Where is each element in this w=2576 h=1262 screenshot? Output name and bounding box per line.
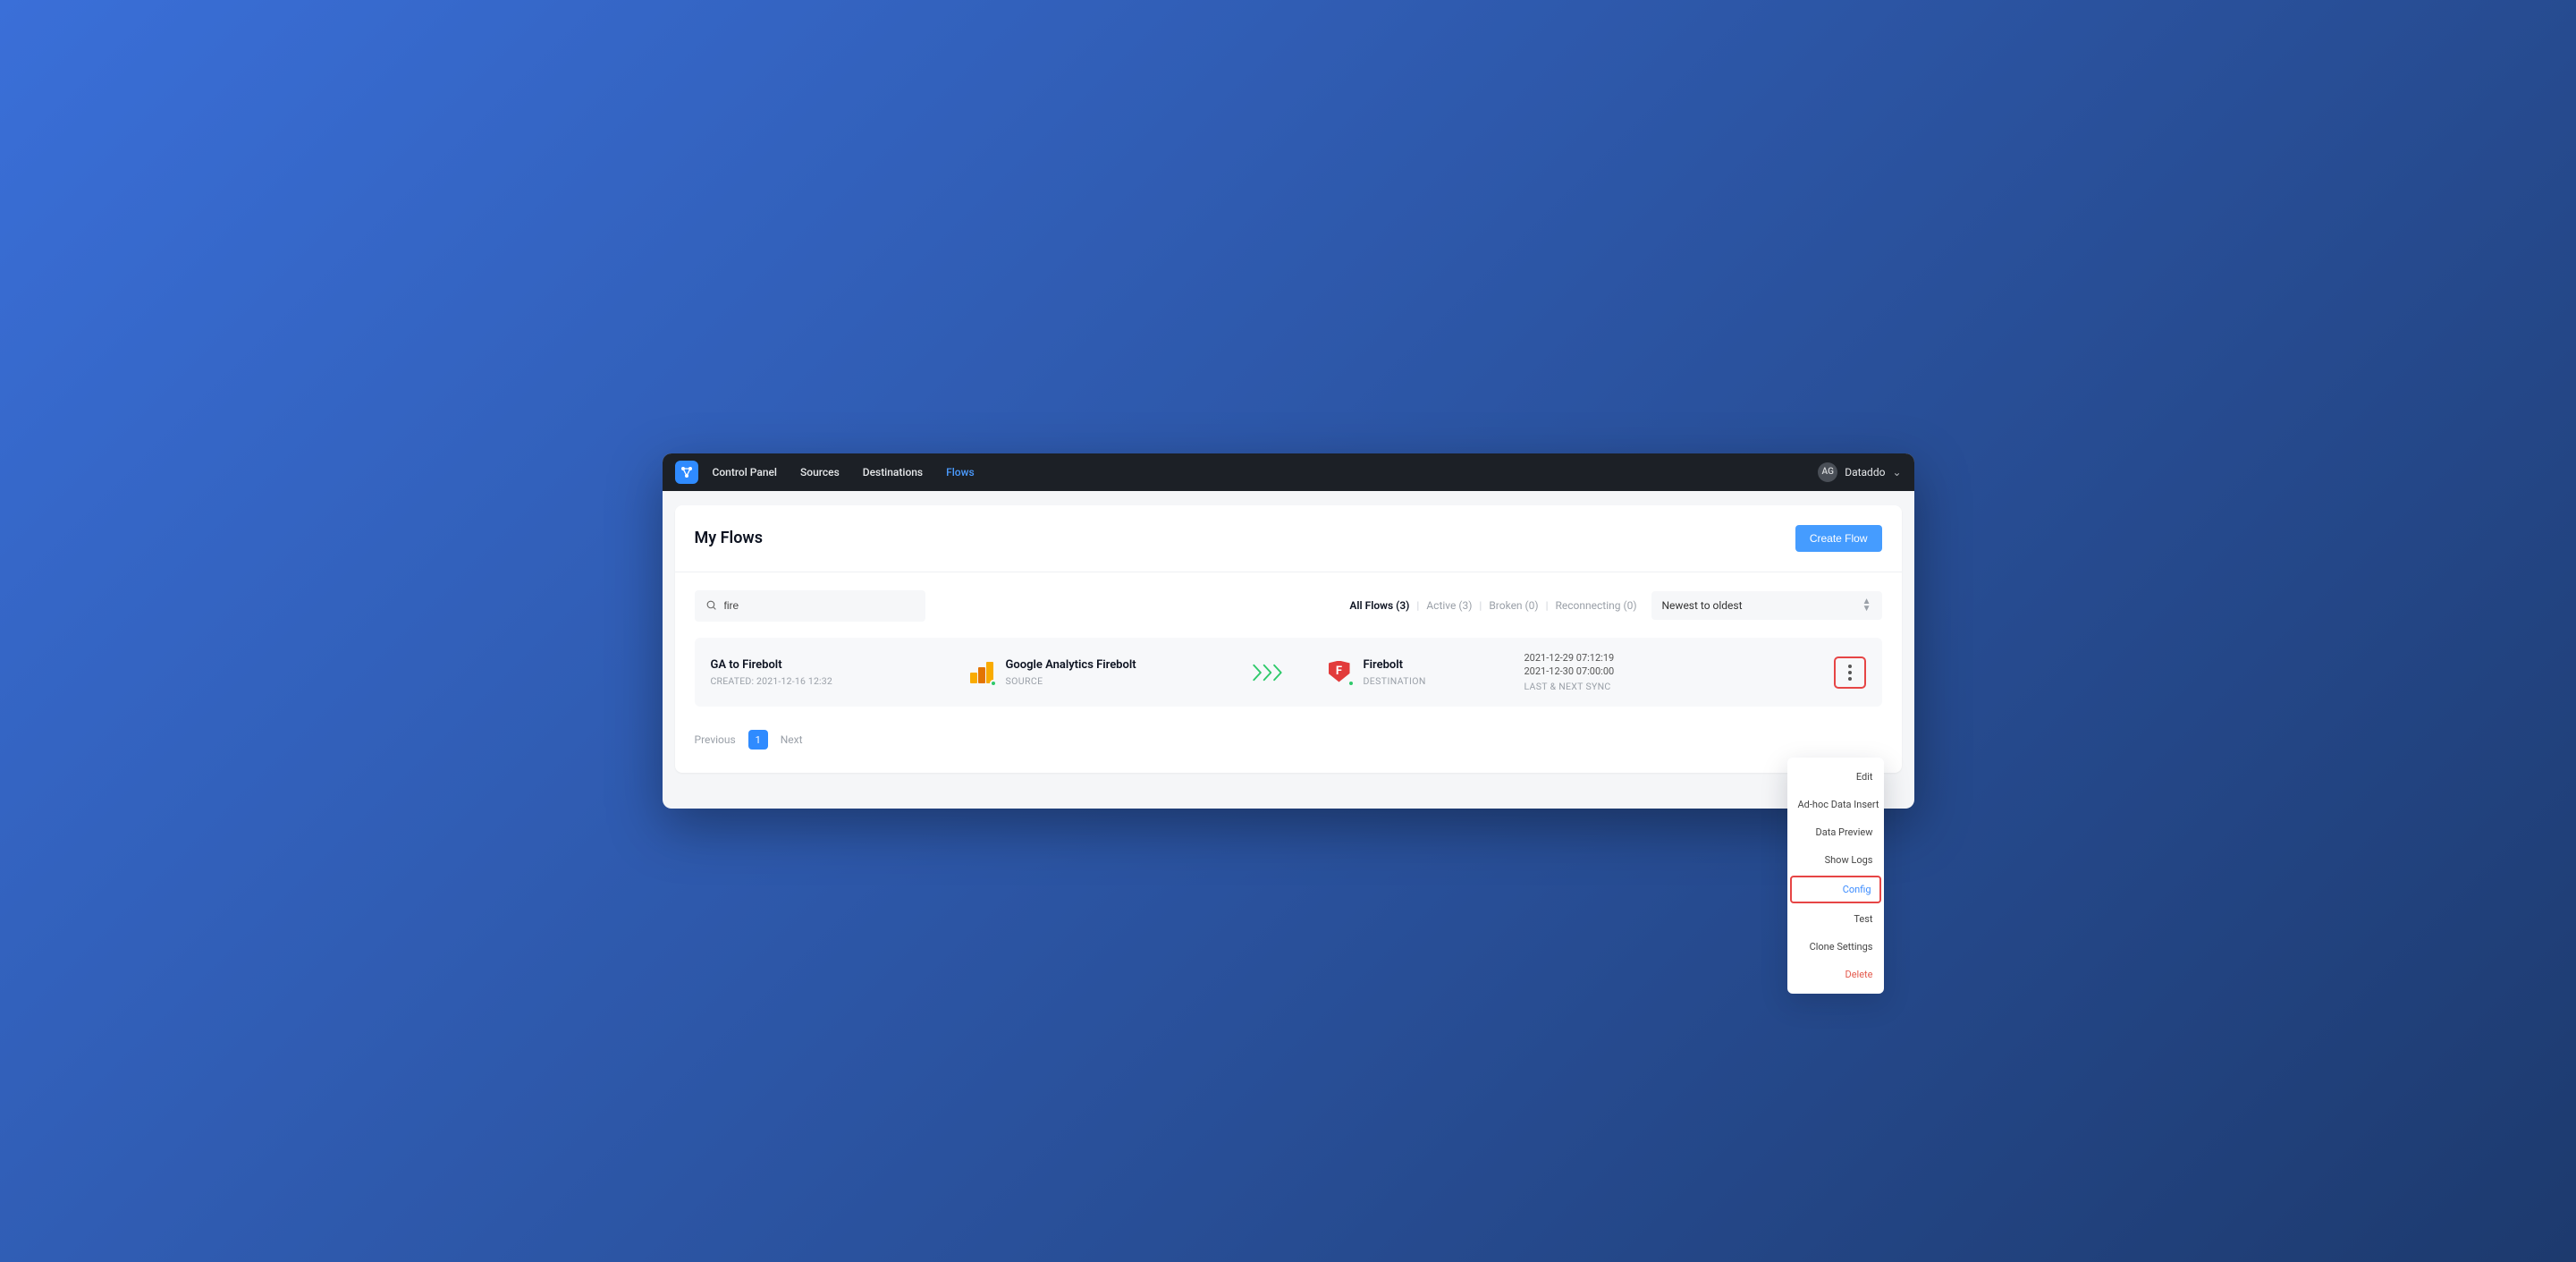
nav-flows[interactable]: Flows	[946, 466, 975, 479]
status-filters: All Flows (3) | Active (3) | Broken (0) …	[1349, 599, 1636, 612]
sync-sub: LAST & NEXT SYNC	[1524, 681, 1757, 692]
chevron-down-icon: ⌄	[1892, 466, 1901, 479]
row-actions-menu: Edit Ad-hoc Data Insert Data Preview Sho…	[1787, 758, 1884, 994]
menu-adhoc-insert[interactable]: Ad-hoc Data Insert	[1787, 791, 1884, 818]
flow-name: GA to Firebolt	[711, 658, 970, 672]
status-online-dot	[1347, 680, 1355, 687]
filter-row: All Flows (3) | Active (3) | Broken (0) …	[675, 572, 1902, 631]
sort-selected-label: Newest to oldest	[1662, 599, 1743, 612]
app-window: Control Panel Sources Destinations Flows…	[663, 453, 1914, 809]
filter-all-flows[interactable]: All Flows (3)	[1349, 599, 1409, 612]
page-title: My Flows	[695, 529, 763, 547]
kebab-highlight	[1834, 656, 1866, 689]
flow-arrow	[1212, 664, 1328, 682]
filter-reconnecting[interactable]: Reconnecting (0)	[1556, 599, 1637, 612]
search-input[interactable]	[724, 599, 915, 612]
create-flow-button[interactable]: Create Flow	[1795, 525, 1882, 552]
pagination-next[interactable]: Next	[781, 733, 803, 746]
nav-control-panel[interactable]: Control Panel	[713, 466, 778, 479]
flow-title-col: GA to Firebolt CREATED: 2021-12-16 12:32	[711, 658, 970, 687]
pagination: Previous 1 Next	[675, 714, 1902, 773]
top-navbar: Control Panel Sources Destinations Flows…	[663, 453, 1914, 491]
last-sync: 2021-12-29 07:12:19	[1524, 652, 1757, 665]
user-name: Dataddo	[1845, 466, 1885, 479]
next-sync: 2021-12-30 07:00:00	[1524, 665, 1757, 679]
pagination-page-1[interactable]: 1	[748, 730, 768, 750]
menu-data-preview[interactable]: Data Preview	[1787, 818, 1884, 846]
menu-delete[interactable]: Delete	[1787, 961, 1884, 988]
flows-card: My Flows Create Flow All Flows (3) | Act…	[675, 505, 1902, 774]
nav-sources[interactable]: Sources	[800, 466, 840, 479]
avatar: AG	[1818, 462, 1837, 482]
card-header: My Flows Create Flow	[675, 505, 1902, 572]
filter-active[interactable]: Active (3)	[1426, 599, 1472, 612]
google-analytics-icon	[970, 660, 993, 683]
logo-icon	[680, 465, 694, 479]
menu-test[interactable]: Test	[1787, 905, 1884, 933]
row-actions-button[interactable]	[1837, 660, 1862, 685]
dest-name: Firebolt	[1364, 658, 1426, 672]
status-online-dot	[990, 680, 997, 687]
menu-clone-settings[interactable]: Clone Settings	[1787, 933, 1884, 961]
dest-sub: DESTINATION	[1364, 675, 1426, 687]
dest-icon: F	[1328, 660, 1353, 685]
user-menu[interactable]: AG Dataddo ⌄	[1818, 462, 1901, 482]
app-logo[interactable]	[675, 461, 698, 484]
flow-dest-col: F Firebolt DESTINATION	[1328, 658, 1524, 687]
flow-created: CREATED: 2021-12-16 12:32	[711, 675, 970, 687]
menu-edit[interactable]: Edit	[1787, 763, 1884, 791]
pagination-previous[interactable]: Previous	[695, 733, 736, 746]
menu-show-logs[interactable]: Show Logs	[1787, 846, 1884, 874]
menu-config[interactable]: Config	[1790, 876, 1881, 903]
flow-source-col: Google Analytics Firebolt SOURCE	[970, 658, 1212, 687]
nav-destinations[interactable]: Destinations	[863, 466, 923, 479]
search-box[interactable]	[695, 590, 925, 622]
flow-row[interactable]: GA to Firebolt CREATED: 2021-12-16 12:32…	[695, 638, 1882, 707]
triple-chevron-icon	[1253, 664, 1287, 682]
kebab-icon	[1848, 665, 1852, 681]
search-icon	[705, 597, 717, 614]
source-sub: SOURCE	[1006, 675, 1136, 687]
sort-arrows-icon: ▲▼	[1862, 598, 1871, 613]
source-icon	[970, 660, 995, 685]
filter-broken[interactable]: Broken (0)	[1489, 599, 1538, 612]
firebolt-icon: F	[1328, 660, 1351, 683]
source-name: Google Analytics Firebolt	[1006, 658, 1136, 672]
flow-sync-col: 2021-12-29 07:12:19 2021-12-30 07:00:00 …	[1524, 652, 1757, 693]
sort-select[interactable]: Newest to oldest ▲▼	[1651, 591, 1882, 620]
nav-links: Control Panel Sources Destinations Flows	[713, 466, 975, 479]
page-body: My Flows Create Flow All Flows (3) | Act…	[663, 491, 1914, 809]
